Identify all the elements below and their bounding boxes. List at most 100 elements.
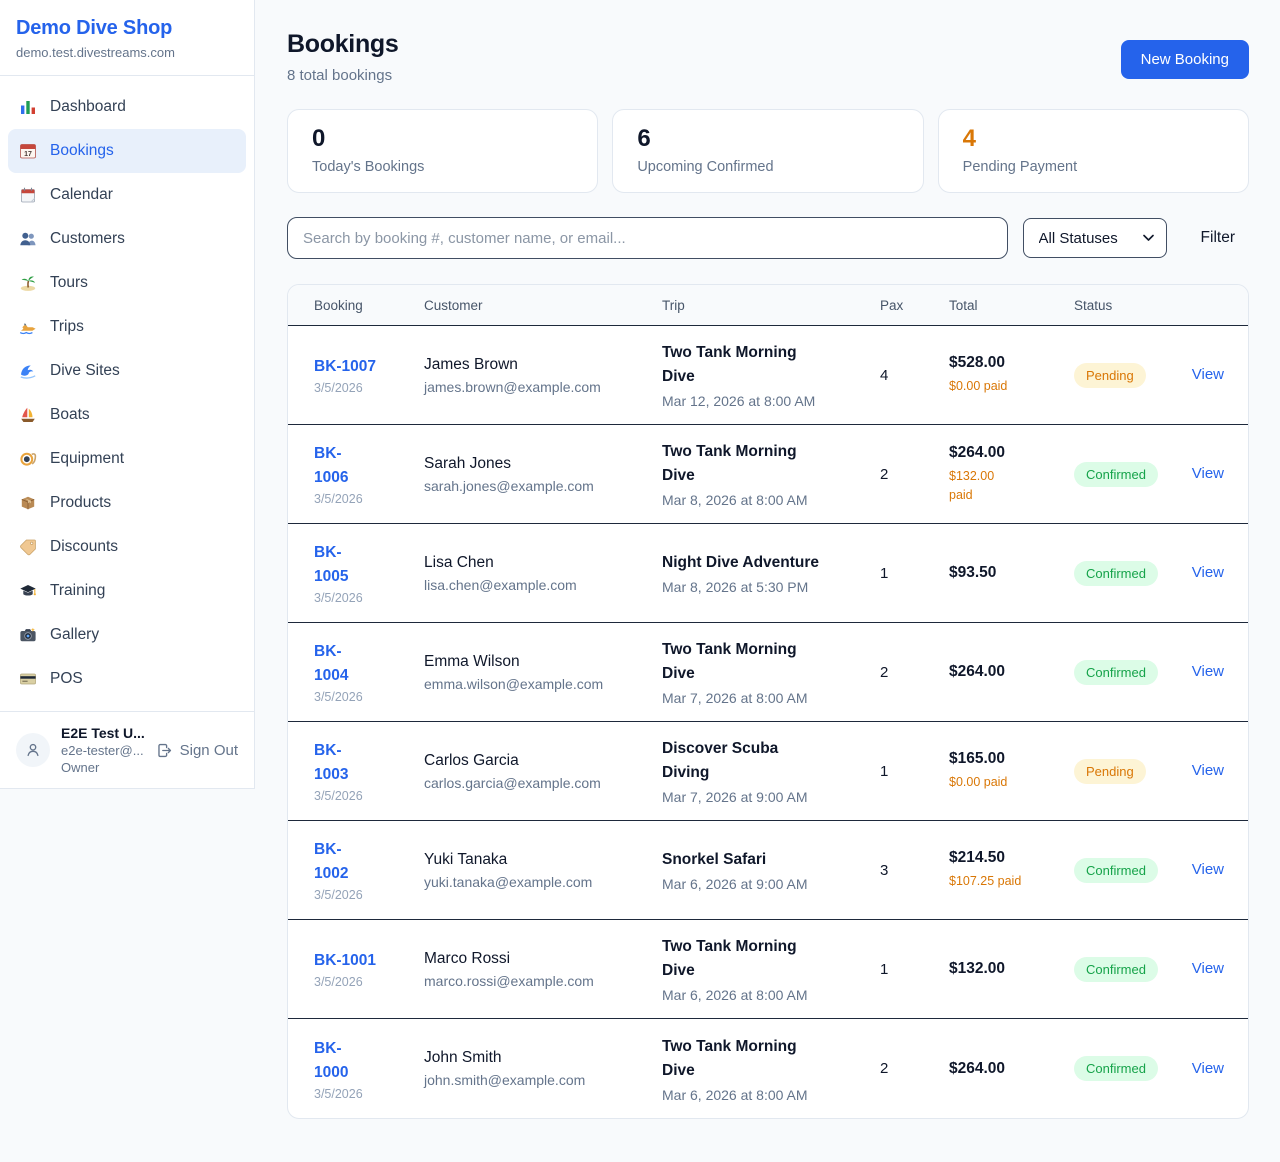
customer-cell: Emma Wilson emma.wilson@example.com (424, 653, 662, 692)
sidebar-item-bookings[interactable]: 17 Bookings (8, 129, 246, 173)
filter-button[interactable]: Filter (1187, 229, 1249, 247)
sidebar-item-pos[interactable]: POS (8, 657, 246, 701)
booking-id-link[interactable]: BK- 1000 (314, 1037, 348, 1085)
sidebar-item-discounts[interactable]: Discounts (8, 525, 246, 569)
status-badge: Confirmed (1074, 957, 1158, 982)
sidebar-item-label: Gallery (50, 626, 99, 644)
new-booking-button[interactable]: New Booking (1121, 40, 1249, 79)
customer-name: Yuki Tanaka (424, 851, 662, 869)
booking-id-link[interactable]: BK-1001 (314, 949, 376, 973)
sidebar-item-dashboard[interactable]: Dashboard (8, 85, 246, 129)
booking-cell: BK- 1006 3/5/2026 (314, 442, 424, 506)
pax-cell: 1 (880, 565, 949, 582)
column-header-status: Status (1074, 298, 1189, 313)
paid-amount: $0.00 paid (949, 773, 1074, 792)
sidebar-item-customers[interactable]: Customers (8, 217, 246, 261)
user-info: E2E Test U... e2e-tester@... Owner (61, 725, 145, 775)
sidebar-item-tours[interactable]: Tours (8, 261, 246, 305)
total-amount: $528.00 (949, 354, 1074, 372)
status-filter-select[interactable]: All Statuses (1023, 218, 1167, 258)
total-cell: $165.00 $0.00 paid (949, 750, 1074, 792)
trip-name: Two Tank Morning Dive (662, 1035, 880, 1083)
calendar-icon (18, 186, 37, 205)
svg-text:17: 17 (24, 151, 32, 158)
booking-id-link[interactable]: BK- 1004 (314, 640, 348, 688)
view-link[interactable]: View (1192, 1060, 1224, 1077)
column-header-total: Total (949, 298, 1074, 313)
status-badge: Confirmed (1074, 462, 1158, 487)
booking-id-link[interactable]: BK- 1002 (314, 838, 348, 886)
trip-datetime: Mar 8, 2026 at 5:30 PM (662, 579, 880, 595)
customer-cell: Lisa Chen lisa.chen@example.com (424, 554, 662, 593)
sidebar-item-products[interactable]: Products (8, 481, 246, 525)
camera-icon (18, 626, 37, 645)
view-link[interactable]: View (1192, 366, 1224, 383)
status-cell: Confirmed (1074, 957, 1189, 982)
trip-datetime: Mar 6, 2026 at 9:00 AM (662, 876, 880, 892)
sidebar-item-equipment[interactable]: Equipment (8, 437, 246, 481)
booking-id-link[interactable]: BK- 1006 (314, 442, 348, 490)
view-link[interactable]: View (1192, 564, 1224, 581)
view-link[interactable]: View (1192, 762, 1224, 779)
search-input[interactable] (287, 217, 1008, 259)
sidebar-item-dive-sites[interactable]: Dive Sites (8, 349, 246, 393)
user-name: E2E Test U... (61, 725, 145, 741)
view-link[interactable]: View (1192, 960, 1224, 977)
trip-datetime: Mar 12, 2026 at 8:00 AM (662, 393, 880, 409)
status-badge: Pending (1074, 759, 1146, 784)
person-icon (24, 741, 42, 759)
actions-cell: View (1189, 1060, 1224, 1078)
table-row: BK- 1003 3/5/2026 Carlos Garcia carlos.g… (288, 722, 1248, 821)
view-link[interactable]: View (1192, 861, 1224, 878)
stat-label: Upcoming Confirmed (637, 159, 898, 175)
trip-cell: Two Tank Morning Dive Mar 8, 2026 at 8:0… (662, 440, 880, 508)
sidebar-item-label: Training (50, 582, 105, 600)
view-link[interactable]: View (1192, 663, 1224, 680)
status-badge: Confirmed (1074, 858, 1158, 883)
trip-name: Snorkel Safari (662, 848, 880, 872)
status-cell: Confirmed (1074, 858, 1189, 883)
stat-card-pending-payment: 4 Pending Payment (938, 109, 1249, 193)
total-cell: $214.50 $107.25 paid (949, 849, 1074, 891)
sidebar-item-trips[interactable]: Trips (8, 305, 246, 349)
sidebar-item-training[interactable]: Training (8, 569, 246, 613)
customer-email: carlos.garcia@example.com (424, 775, 662, 791)
table-row: BK- 1002 3/5/2026 Yuki Tanaka yuki.tanak… (288, 821, 1248, 920)
sidebar-item-label: Dashboard (50, 98, 126, 116)
booking-cell: BK- 1004 3/5/2026 (314, 640, 424, 704)
total-cell: $264.00 (949, 1060, 1074, 1078)
sidebar-item-calendar[interactable]: Calendar (8, 173, 246, 217)
sidebar-item-boats[interactable]: Boats (8, 393, 246, 437)
total-amount: $264.00 (949, 663, 1074, 681)
total-amount: $214.50 (949, 849, 1074, 867)
stat-label: Pending Payment (963, 159, 1224, 175)
booking-id-link[interactable]: BK-1007 (314, 355, 376, 379)
booking-id-link[interactable]: BK- 1003 (314, 739, 348, 787)
trip-datetime: Mar 6, 2026 at 8:00 AM (662, 987, 880, 1003)
stat-value: 6 (637, 125, 898, 153)
table-row: BK-1007 3/5/2026 James Brown james.brown… (288, 326, 1248, 425)
actions-cell: View (1189, 663, 1224, 681)
total-amount: $132.00 (949, 960, 1074, 978)
sidebar-item-gallery[interactable]: Gallery (8, 613, 246, 657)
sailboat-icon (18, 406, 37, 425)
calendar-17-icon: 17 (18, 142, 37, 161)
total-cell: $264.00 $132.00 paid (949, 444, 1074, 505)
status-filter-wrap: All Statuses (1023, 218, 1167, 258)
customer-cell: Carlos Garcia carlos.garcia@example.com (424, 752, 662, 791)
total-amount: $264.00 (949, 444, 1074, 462)
column-header-booking: Booking (314, 298, 424, 313)
sidebar-item-label: Customers (50, 230, 125, 248)
view-link[interactable]: View (1192, 465, 1224, 482)
booking-id-link[interactable]: BK- 1005 (314, 541, 348, 589)
table-header-row: Booking Customer Trip Pax Total Status (288, 285, 1248, 326)
actions-cell: View (1189, 960, 1224, 978)
page-header: Bookings 8 total bookings New Booking (287, 30, 1249, 84)
stat-card-todays-bookings: 0 Today's Bookings (287, 109, 598, 193)
status-badge: Confirmed (1074, 660, 1158, 685)
total-cell: $264.00 (949, 663, 1074, 681)
sign-out-button[interactable]: Sign Out (156, 742, 238, 759)
avatar (16, 733, 50, 767)
paid-amount: $107.25 paid (949, 872, 1074, 891)
sidebar-item-label: Boats (50, 406, 90, 424)
